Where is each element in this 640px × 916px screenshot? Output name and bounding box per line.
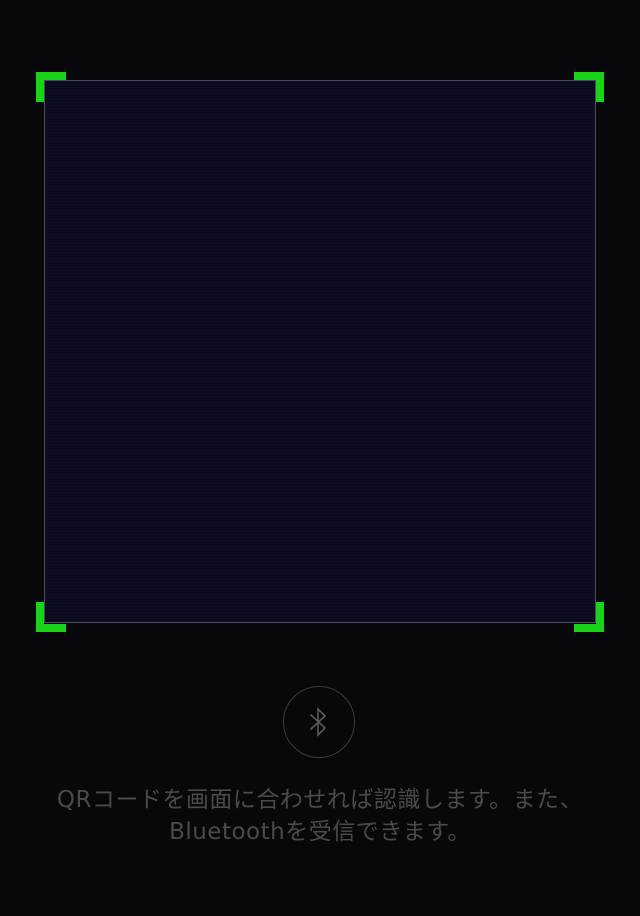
bluetooth-icon — [310, 707, 327, 737]
scan-corner-bottom-left — [36, 602, 66, 632]
scan-instruction-text: QRコードを画面に合わせれば認識します。また、Bluetoothを受信できます。 — [56, 787, 584, 845]
scan-corner-bottom-right — [574, 602, 604, 632]
qr-scan-frame — [44, 80, 596, 623]
scan-corner-top-right — [574, 72, 604, 102]
bluetooth-button[interactable] — [283, 686, 355, 758]
scan-corner-top-left — [36, 72, 66, 102]
